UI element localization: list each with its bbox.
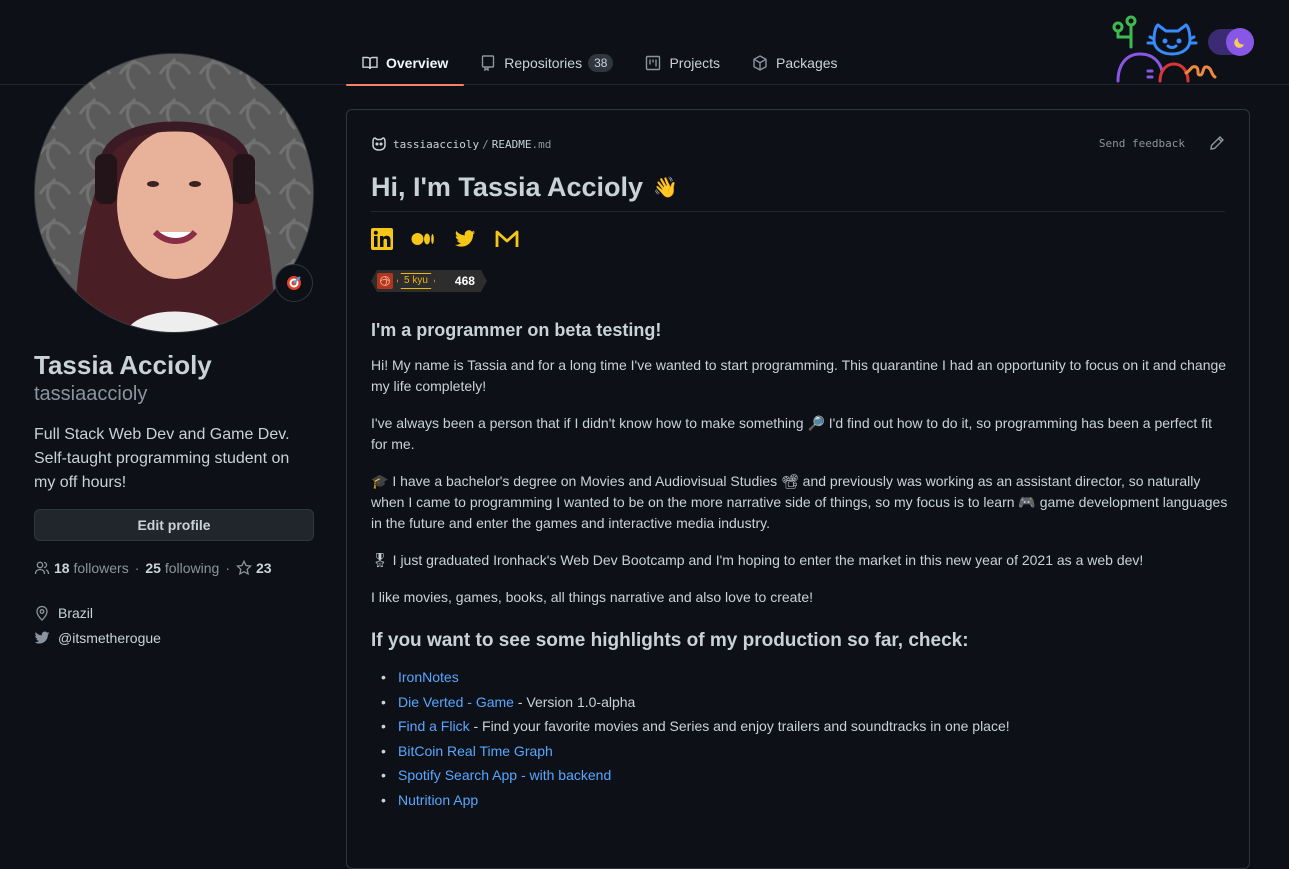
book-icon bbox=[362, 55, 378, 71]
tab-label: Projects bbox=[669, 54, 721, 71]
project-link[interactable]: IronNotes bbox=[398, 669, 459, 685]
codewars-rank: 5 kyu bbox=[397, 273, 435, 289]
profile-bio: Full Stack Web Dev and Game Dev. Self-ta… bbox=[34, 426, 290, 491]
project-link[interactable]: Spotify Search App - with backend bbox=[398, 767, 611, 783]
profile-details: Brazil @itsmetherogue bbox=[34, 600, 161, 650]
readme-box: tassiaaccioly / README .md Send feedback … bbox=[346, 109, 1250, 869]
linkedin-icon[interactable] bbox=[371, 228, 393, 250]
codewars-logo-icon bbox=[377, 273, 393, 289]
red-arch bbox=[1158, 62, 1190, 83]
tab-overview[interactable]: Overview bbox=[346, 41, 465, 86]
profile-name: Tassia Accioly bbox=[34, 350, 212, 380]
send-feedback-link[interactable]: Send feedback bbox=[1099, 137, 1185, 150]
project-link[interactable]: Nutrition App bbox=[398, 792, 478, 808]
mascot-illustration bbox=[1110, 15, 1260, 83]
package-icon bbox=[752, 54, 768, 71]
tab-label: Packages bbox=[776, 54, 838, 71]
repo-icon bbox=[480, 54, 496, 71]
location-icon bbox=[36, 605, 48, 621]
tab-label: Repositories bbox=[504, 54, 583, 71]
location-item: Brazil bbox=[34, 600, 161, 625]
project-link[interactable]: Die Verted - Game bbox=[398, 694, 514, 710]
profile-login: tassiaaccioly bbox=[34, 383, 148, 405]
cat-icon bbox=[1146, 23, 1198, 56]
tab-repositories[interactable]: Repositories 38 bbox=[464, 41, 629, 85]
moon-icon bbox=[1226, 28, 1254, 56]
project-icon bbox=[645, 55, 661, 71]
project-link[interactable]: Find a Flick bbox=[398, 718, 470, 734]
profile-stats: 18 followers · 25 following · 23 bbox=[34, 560, 272, 576]
list-item: BitCoin Real Time Graph bbox=[381, 739, 1229, 764]
paragraph: 🎓 I have a bachelor's degree on Movies a… bbox=[371, 473, 1228, 531]
smiley-icon bbox=[372, 137, 386, 151]
avatar[interactable] bbox=[34, 53, 314, 333]
edit-profile-button[interactable]: Edit profile bbox=[34, 509, 314, 541]
followers-link[interactable]: 18 followers bbox=[54, 560, 129, 576]
medium-icon[interactable] bbox=[411, 228, 435, 250]
readme-owner-link[interactable]: tassiaaccioly bbox=[393, 138, 479, 151]
octocat-sprout-icon bbox=[1112, 15, 1137, 49]
purple-arch bbox=[1116, 52, 1164, 83]
stars-count[interactable]: 23 bbox=[256, 560, 272, 576]
social-links bbox=[371, 228, 519, 250]
readme-file-name: README bbox=[491, 137, 532, 151]
codewars-badge[interactable]: 5 kyu 468 bbox=[371, 270, 487, 292]
paragraph: 🎖 I just graduated Ironhack's Web Dev Bo… bbox=[371, 552, 1144, 568]
edit-pencil-icon[interactable] bbox=[1209, 135, 1225, 151]
waving-hand-emoji: 👋 bbox=[653, 177, 678, 199]
people-icon bbox=[34, 561, 50, 575]
profile-tabs: Overview Repositories 38 Projects Packag… bbox=[346, 40, 854, 86]
gmail-icon[interactable] bbox=[495, 228, 519, 250]
readme-content: I'm a programmer on beta testing! Hi! My… bbox=[371, 320, 1229, 813]
following-link[interactable]: 25 following bbox=[145, 560, 219, 576]
twitter-icon bbox=[34, 631, 50, 644]
tab-packages[interactable]: Packages bbox=[736, 41, 853, 85]
paragraph: I've always been a person that if I didn… bbox=[371, 415, 1213, 452]
repo-count-badge: 38 bbox=[588, 53, 614, 72]
readme-path: tassiaaccioly / README .md bbox=[371, 136, 551, 152]
highlights-heading: If you want to see some highlights of my… bbox=[371, 630, 969, 651]
paragraph: I like movies, games, books, all things … bbox=[371, 589, 813, 605]
orange-squiggle bbox=[1184, 65, 1217, 79]
highlights-list: IronNotes Die Verted - Game - Version 1.… bbox=[371, 665, 1229, 813]
paragraph: Hi! My name is Tassia and for a long tim… bbox=[371, 357, 1227, 394]
tab-projects[interactable]: Projects bbox=[629, 41, 736, 85]
status-badge[interactable] bbox=[275, 264, 313, 302]
twitter-item[interactable]: @itsmetherogue bbox=[34, 625, 161, 650]
list-item: Die Verted - Game - Version 1.0-alpha bbox=[381, 690, 1229, 715]
readme-subtitle: I'm a programmer on beta testing! bbox=[371, 320, 662, 340]
project-link[interactable]: BitCoin Real Time Graph bbox=[398, 743, 553, 759]
tab-label: Overview bbox=[386, 54, 449, 71]
theme-toggle[interactable] bbox=[1208, 28, 1254, 56]
star-icon bbox=[236, 560, 253, 576]
twitter-icon[interactable] bbox=[453, 228, 477, 250]
list-item: Spotify Search App - with backend bbox=[381, 763, 1229, 788]
list-item: Find a Flick - Find your favorite movies… bbox=[381, 714, 1229, 739]
target-icon bbox=[287, 276, 301, 290]
list-item: Nutrition App bbox=[381, 788, 1229, 813]
list-item: IronNotes bbox=[381, 665, 1229, 690]
readme-title: Hi, I'm Tassia Accioly 👋 bbox=[371, 172, 1225, 212]
codewars-score: 468 bbox=[454, 274, 475, 288]
